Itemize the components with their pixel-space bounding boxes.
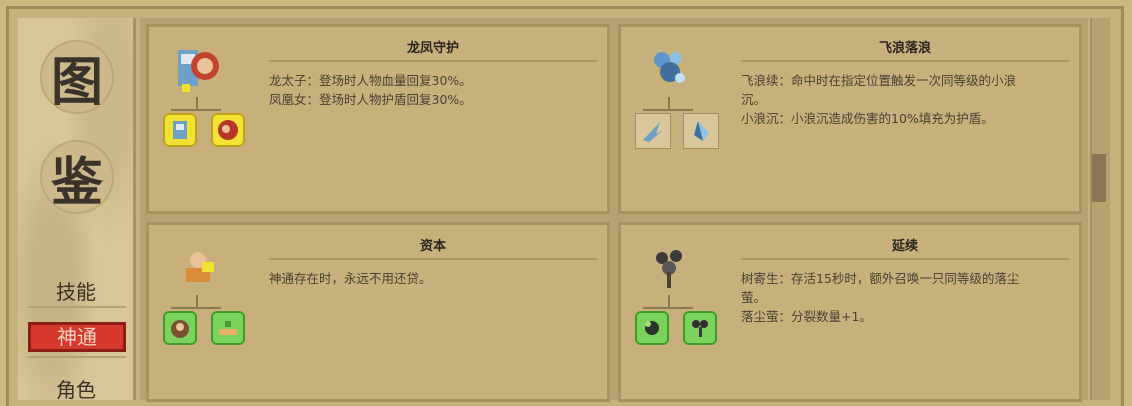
card-description: 树寄生：存活15秒时，额外召唤一只同等级的落尘 萤。 落尘萤：分裂数量+1。 — [741, 269, 1065, 326]
card-continuation[interactable]: 延续 树寄生：存活15秒时，额外召唤一只同等级的落尘 萤。 落尘萤：分裂数量+1… — [618, 222, 1082, 402]
tree-connector — [171, 307, 221, 309]
phoenix-girl-icon[interactable] — [211, 113, 245, 147]
card-title: 资本 — [269, 235, 597, 260]
card-title: 龙凤守护 — [269, 37, 597, 62]
worm-icon[interactable] — [211, 311, 245, 345]
tree-parasite-icon — [643, 241, 695, 293]
dragon-prince-icon[interactable] — [163, 113, 197, 147]
scrollbar-track[interactable] — [1090, 18, 1110, 400]
desc-line: 凤凰女：登场时人物护盾回复30%。 — [269, 92, 472, 107]
tree-connector — [196, 97, 198, 109]
desc-line: 飞浪续：命中时在指定位置触发一次同等级的小浪 — [741, 73, 1017, 88]
card-dragon-phoenix[interactable]: 龙凤守护 龙太子：登场时人物血量回复30%。 凤凰女：登场时人物护盾回复30%。 — [146, 24, 610, 214]
tree-connector — [643, 109, 693, 111]
dragon-phoenix-icon — [171, 43, 223, 95]
menu-item-skills[interactable]: 技能 — [26, 276, 126, 305]
card-description: 飞浪续：命中时在指定位置触发一次同等级的小浪 沉。 小浪沉：小浪沉造成伤害的10… — [741, 71, 1065, 128]
firefly-icon[interactable] — [635, 311, 669, 345]
card-title: 飞浪落浪 — [741, 37, 1069, 62]
desc-line: 龙太子：登场时人物血量回复30%。 — [269, 73, 472, 88]
menu-item-characters[interactable]: 角色 — [26, 374, 126, 403]
menu-divider — [28, 356, 126, 358]
menu-divider — [28, 306, 126, 308]
capital-icon — [171, 241, 223, 293]
tree-connector — [668, 97, 670, 109]
wave-burst-icon — [643, 43, 695, 95]
desc-line: 沉。 — [741, 92, 767, 107]
card-title: 延续 — [741, 235, 1069, 260]
tree-connector — [171, 109, 221, 111]
menu-item-divine-powers[interactable]: 神通 — [28, 322, 126, 352]
desc-line: 小浪沉：小浪沉造成伤害的10%填充为护盾。 — [741, 111, 994, 126]
wave-slash-icon[interactable] — [635, 113, 671, 149]
money-bag-icon[interactable] — [163, 311, 197, 345]
desc-line: 神通存在时，永远不用还贷。 — [269, 271, 432, 286]
card-capital[interactable]: 资本 神通存在时，永远不用还贷。 — [146, 222, 610, 402]
seal-top: 图 — [40, 40, 114, 114]
tree-connector — [668, 295, 670, 307]
card-description: 龙太子：登场时人物血量回复30%。 凤凰女：登场时人物护盾回复30%。 — [269, 71, 593, 109]
desc-line: 萤。 — [741, 290, 767, 305]
sidebar: 图 鉴 技能 神通 角色 — [18, 18, 136, 403]
tree-connector — [643, 307, 693, 309]
card-description: 神通存在时，永远不用还贷。 — [269, 269, 593, 288]
water-drop-icon[interactable] — [683, 113, 719, 149]
scrollbar-thumb[interactable] — [1092, 154, 1106, 202]
desc-line: 落尘萤：分裂数量+1。 — [741, 309, 872, 324]
card-flying-waves[interactable]: 飞浪落浪 飞浪续：命中时在指定位置触发一次同等级的小浪 沉。 小浪沉：小浪沉造成… — [618, 24, 1082, 214]
desc-line: 树寄生：存活15秒时，额外召唤一只同等级的落尘 — [741, 271, 1020, 286]
seal-bottom: 鉴 — [40, 140, 114, 214]
codex-content: 龙凤守护 龙太子：登场时人物血量回复30%。 凤凰女：登场时人物护盾回复30%。… — [140, 18, 1088, 402]
tree-connector — [196, 295, 198, 307]
sprout-icon[interactable] — [683, 311, 717, 345]
